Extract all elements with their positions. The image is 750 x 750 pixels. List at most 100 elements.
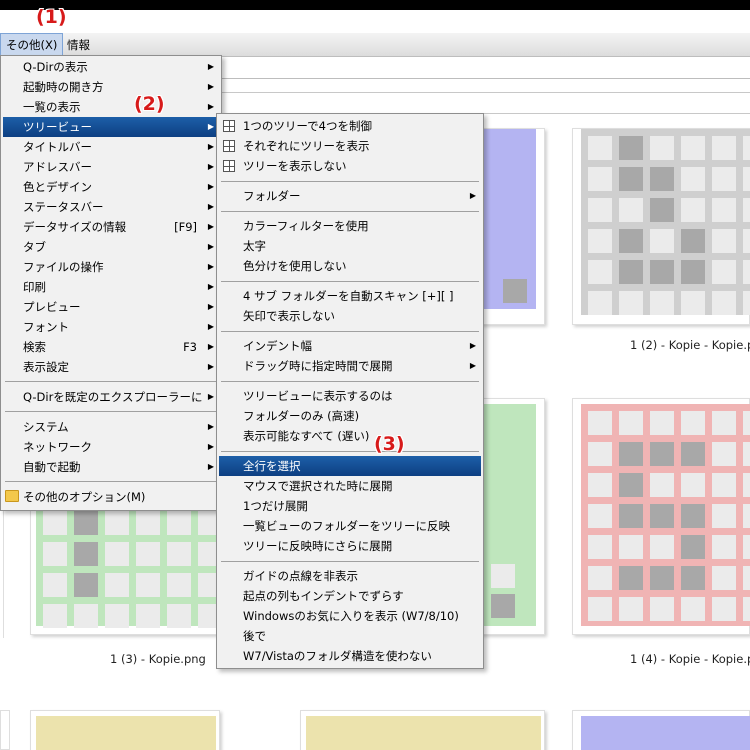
submenu-item-autoscan[interactable]: 4 サブ フォルダーを自動スキャン [+][ ] <box>219 286 481 306</box>
treeview-submenu: 1つのツリーで4つを制御 それぞれにツリーを表示 ツリーを表示しない フォルダー… <box>216 113 484 669</box>
menu-separator <box>5 481 217 482</box>
submenu-item-folders-only[interactable]: フォルダーのみ (高速) <box>219 406 481 426</box>
chevron-right-icon: ▶ <box>207 342 214 351</box>
menu-separator <box>221 561 479 562</box>
thumb-caption: 1 (4) - Kopie - Kopie.png <box>630 652 750 666</box>
submenu-item-all-visible[interactable]: 表示可能なすべて (遅い) <box>219 426 481 446</box>
thumbnail-edge[interactable] <box>0 710 10 750</box>
submenu-item-no-arrows[interactable]: 矢印で表示しない <box>219 306 481 326</box>
chevron-right-icon: ▶ <box>207 302 214 311</box>
chevron-right-icon: ▶ <box>207 202 214 211</box>
submenu-item-later[interactable]: 後で <box>219 626 481 646</box>
menu-separator <box>221 381 479 382</box>
tree-layout-icon <box>223 140 235 152</box>
menu-item-network[interactable]: ネットワーク ▶ <box>3 437 219 457</box>
callout-2: (2) <box>134 93 165 115</box>
thumb-grid <box>36 504 229 635</box>
menu-item-file-operations[interactable]: ファイルの操作 ▶ <box>3 257 219 277</box>
menu-separator <box>221 281 479 282</box>
submenu-item-select-full-row[interactable]: 全行を選択 <box>219 456 481 476</box>
menu-item-data-size[interactable]: データサイズの情報 [F9] ▶ <box>3 217 219 237</box>
submenu-item-expand-further[interactable]: ツリーに反映時にさらに展開 <box>219 536 481 556</box>
chevron-right-icon: ▶ <box>469 341 476 350</box>
menu-item-colors-design[interactable]: 色とデザイン ▶ <box>3 177 219 197</box>
menu-item-print[interactable]: 印刷 ▶ <box>3 277 219 297</box>
menu-item-display-settings[interactable]: 表示設定 ▶ <box>3 357 219 377</box>
tree-layout-icon <box>223 160 235 172</box>
submenu-item-no-w7-structure[interactable]: W7/Vistaのフォルダ構造を使わない <box>219 646 481 666</box>
thumbnail-yellow-2[interactable] <box>300 710 545 750</box>
menu-item-auto-start[interactable]: 自動で起動 ▶ <box>3 457 219 477</box>
chevron-right-icon: ▶ <box>207 362 214 371</box>
submenu-item-show-favorites[interactable]: Windowsのお気に入りを表示 (W7/8/10) <box>219 606 481 626</box>
folder-icon <box>5 490 19 502</box>
menu-item-address-bar[interactable]: アドレスバー ▶ <box>3 157 219 177</box>
chevron-right-icon: ▶ <box>469 361 476 370</box>
submenu-item-hide-guides[interactable]: ガイドの点線を非表示 <box>219 566 481 586</box>
submenu-item-indent-root[interactable]: 起点の列もインデントでずらす <box>219 586 481 606</box>
thumbnail-gray[interactable] <box>572 128 750 325</box>
submenu-item-reflect-list[interactable]: 一覧ビューのフォルダーをツリーに反映 <box>219 516 481 536</box>
window-title-bar <box>0 0 750 10</box>
tree-layout-icon <box>223 120 235 132</box>
chevron-right-icon: ▶ <box>207 62 214 71</box>
submenu-item-one-tree[interactable]: 1つのツリーで4つを制御 <box>219 116 481 136</box>
callout-1: (1) <box>36 6 67 28</box>
menu-separator <box>221 331 479 332</box>
menu-item-status-bar[interactable]: ステータスバー ▶ <box>3 197 219 217</box>
chevron-right-icon: ▶ <box>207 222 214 231</box>
menu-item-system[interactable]: システム ▶ <box>3 417 219 437</box>
menu-bar: その他(X) 情報 <box>0 33 750 57</box>
chevron-right-icon: ▶ <box>207 322 214 331</box>
menu-separator <box>5 411 217 412</box>
submenu-item-indent-width[interactable]: インデント幅 ▶ <box>219 336 481 356</box>
menu-item-list-view[interactable]: 一覧の表示 ▶ <box>3 97 219 117</box>
submenu-item-bold[interactable]: 太字 <box>219 236 481 256</box>
thumb-grid <box>581 404 750 628</box>
menu-item-startup[interactable]: 起動時の開き方 ▶ <box>3 77 219 97</box>
thumbnail-blue-bottom[interactable] <box>572 710 750 750</box>
submenu-item-drag-expand[interactable]: ドラッグ時に指定時間で展開 ▶ <box>219 356 481 376</box>
chevron-right-icon: ▶ <box>469 191 476 200</box>
chevron-right-icon: ▶ <box>207 122 214 131</box>
thumb-caption: 1 (3) - Kopie.png <box>110 652 206 666</box>
filter-bar[interactable] <box>200 92 750 114</box>
main-dropdown-menu: Q-Dirの表示 ▶ 起動時の開き方 ▶ 一覧の表示 ▶ ツリービュー ▶ タイトルバー… <box>0 55 222 511</box>
menu-separator <box>221 181 479 182</box>
thumbnail-yellow-1[interactable] <box>30 710 220 750</box>
menu-item-other-options[interactable]: その他のオプション(M) <box>3 487 219 507</box>
submenu-item-expand-one[interactable]: 1つだけ展開 <box>219 496 481 516</box>
chevron-right-icon: ▶ <box>207 462 214 471</box>
menu-item-search[interactable]: 検索 F3 ▶ <box>3 337 219 357</box>
thumbnail-red[interactable] <box>572 398 750 635</box>
menu-separator <box>221 211 479 212</box>
chevron-right-icon: ▶ <box>207 422 214 431</box>
menu-separator <box>5 381 217 382</box>
menu-other[interactable]: その他(X) <box>0 33 64 57</box>
menu-item-title-bar[interactable]: タイトルバー ▶ <box>3 137 219 157</box>
chevron-right-icon: ▶ <box>207 142 214 151</box>
menu-item-default-explorer[interactable]: Q-Dirを既定のエクスプローラーに ▶ <box>3 387 219 407</box>
chevron-right-icon: ▶ <box>207 82 214 91</box>
submenu-item-no-color-coding[interactable]: 色分けを使用しない <box>219 256 481 276</box>
chevron-right-icon: ▶ <box>207 102 214 111</box>
menu-item-preview[interactable]: プレビュー ▶ <box>3 297 219 317</box>
submenu-item-no-tree[interactable]: ツリーを表示しない <box>219 156 481 176</box>
submenu-item-each-tree[interactable]: それぞれにツリーを表示 <box>219 136 481 156</box>
submenu-item-expand-on-mouse[interactable]: マウスで選択された時に展開 <box>219 476 481 496</box>
menu-item-tabs[interactable]: タブ ▶ <box>3 237 219 257</box>
chevron-right-icon: ▶ <box>207 442 214 451</box>
chevron-right-icon: ▶ <box>207 162 214 171</box>
address-bar[interactable] <box>200 57 750 79</box>
submenu-item-color-filter[interactable]: カラーフィルターを使用 <box>219 216 481 236</box>
chevron-right-icon: ▶ <box>207 182 214 191</box>
menu-separator <box>221 451 479 452</box>
callout-3: (3) <box>374 433 405 455</box>
menu-info[interactable]: 情報 <box>62 33 95 57</box>
menu-item-qdir-display[interactable]: Q-Dirの表示 ▶ <box>3 57 219 77</box>
chevron-right-icon: ▶ <box>207 262 214 271</box>
menu-item-font[interactable]: フォント ▶ <box>3 317 219 337</box>
submenu-item-folder[interactable]: フォルダー ▶ <box>219 186 481 206</box>
menu-item-tree-view[interactable]: ツリービュー ▶ <box>3 117 219 137</box>
submenu-header-tree-shows: ツリービューに表示するのは <box>243 389 393 403</box>
